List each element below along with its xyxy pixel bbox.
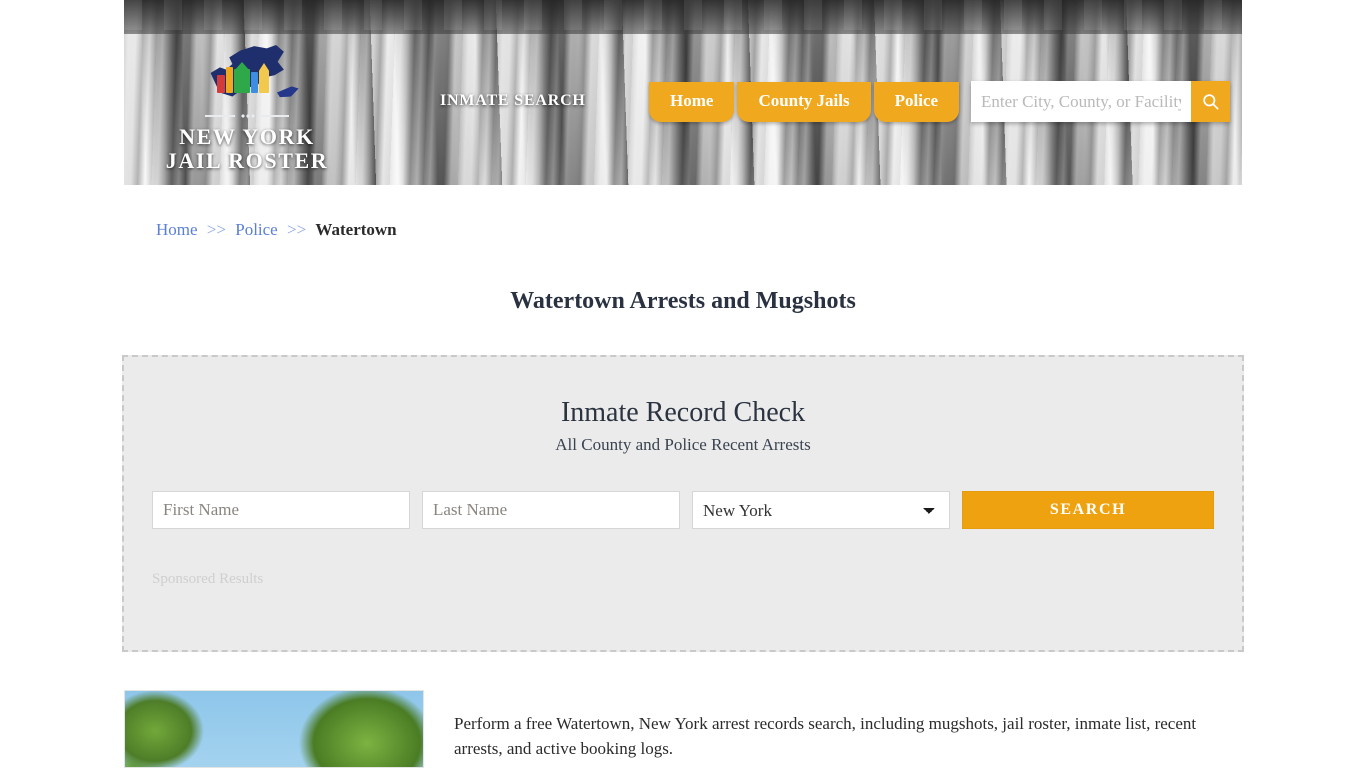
- panel-title: Inmate Record Check: [560, 397, 806, 428]
- state-select[interactable]: New York: [692, 491, 950, 529]
- breadcrumb-separator: >>: [286, 220, 307, 239]
- panel-subtitle: All County and Police Recent Arrests: [555, 435, 811, 454]
- last-name-input[interactable]: [422, 491, 680, 529]
- header-search-button[interactable]: [1191, 81, 1230, 122]
- logo-line-2: JAIL ROSTER: [165, 148, 329, 173]
- inmate-record-check-panel: Inmate Record Check All County and Polic…: [122, 355, 1244, 652]
- nav-item-county-jails[interactable]: County Jails: [737, 82, 871, 122]
- article-thumbnail: [124, 690, 424, 768]
- logo-line-1: NEW YORK: [179, 124, 315, 149]
- header-top-shadow: [124, 0, 1242, 30]
- search-button[interactable]: SEARCH: [962, 491, 1214, 529]
- site-logo[interactable]: NEW YORK JAIL ROSTER: [157, 45, 337, 173]
- header-search-input[interactable]: [971, 81, 1191, 122]
- breadcrumb-separator: >>: [206, 220, 226, 239]
- logo-divider: [201, 111, 293, 121]
- breadcrumb-link-home[interactable]: Home: [156, 220, 198, 239]
- breadcrumb-link-police[interactable]: Police: [235, 220, 278, 239]
- header-search: [971, 81, 1230, 122]
- nav-item-police[interactable]: Police: [873, 82, 960, 122]
- page-title: Watertown Arrests and Mugshots: [510, 288, 856, 315]
- breadcrumb: Home >> Police >> Watertown: [156, 220, 397, 240]
- sponsored-results-label: Sponsored Results: [152, 571, 264, 587]
- search-icon: [1203, 94, 1219, 110]
- first-name-input[interactable]: [152, 491, 410, 529]
- site-header: NEW YORK JAIL ROSTER INMATE SEARCH Home …: [124, 0, 1242, 185]
- inmate-search-form: New York SEARCH: [152, 491, 1214, 529]
- new-york-state-outline-icon: [201, 45, 293, 105]
- breadcrumb-current: Watertown: [315, 220, 397, 239]
- nav-item-home[interactable]: Home: [649, 82, 735, 122]
- page-root: NEW YORK JAIL ROSTER INMATE SEARCH Home …: [0, 0, 1366, 768]
- header-tagline: INMATE SEARCH: [440, 92, 586, 109]
- intro-paragraph: Perform a free Watertown, New York arres…: [454, 714, 1197, 758]
- thumbnail-image: [125, 691, 423, 767]
- main-navigation: Home County Jails Police: [649, 82, 962, 122]
